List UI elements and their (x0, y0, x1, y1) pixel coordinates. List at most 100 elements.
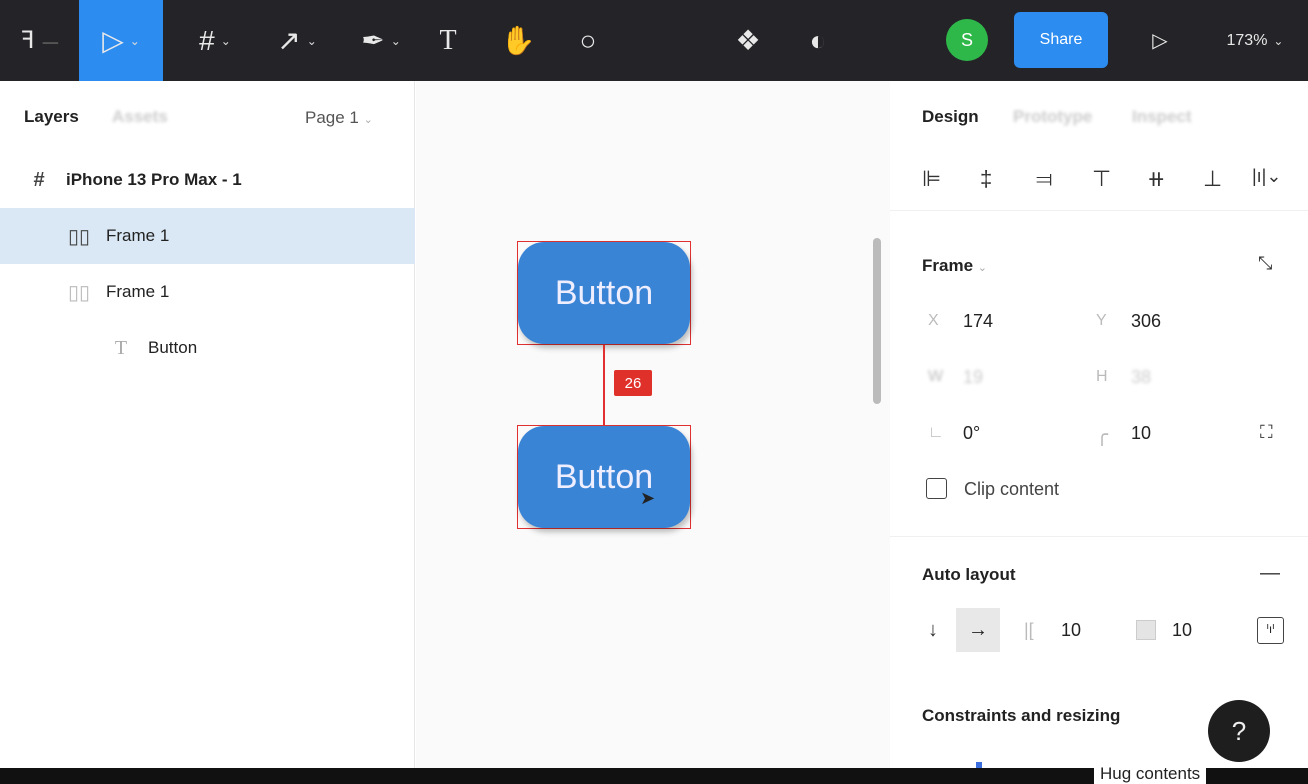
chevron-down-icon: ⌄ (306, 33, 317, 48)
direction-vertical-icon[interactable]: ↓ (928, 619, 938, 642)
resize-to-fit-icon[interactable]: ⤡ (1258, 253, 1272, 274)
components-button[interactable]: ❖ (726, 0, 770, 81)
frame-tool-button[interactable]: # ⌄ (180, 0, 250, 81)
theme-button[interactable]: ◐ (796, 0, 840, 81)
zoom-level: 173% (1226, 31, 1268, 49)
share-button[interactable]: Share (1014, 12, 1108, 68)
divider (890, 536, 1308, 537)
pen-icon: ✒ (361, 25, 385, 56)
button-label: Button (518, 242, 690, 344)
autolayout-icon: ▯▯ (67, 281, 90, 304)
tab-assets[interactable]: Assets (112, 107, 168, 127)
layer-name: Frame 1 (106, 282, 170, 301)
tab-layers[interactable]: Layers (24, 107, 79, 127)
constraints-heading: Constraints and resizing (922, 706, 1121, 725)
y-label: Y (1096, 312, 1107, 329)
comment-icon: ○ (579, 24, 597, 56)
divider (890, 210, 1308, 211)
components-icon: ❖ (735, 25, 761, 56)
padding-input[interactable]: 10 (1172, 620, 1192, 641)
align-bottom-icon[interactable]: ⊥ (1203, 166, 1222, 192)
align-right-icon[interactable]: ⫤ (1036, 166, 1053, 192)
contrast-icon: ◐ (809, 24, 827, 56)
rotation-icon: ∟ (928, 424, 944, 441)
spacing-badge: 26 (614, 370, 652, 396)
toolbar: ꟻ – ▷ ⌄ # ⌄ ↗ ⌄ ✒ ⌄ T ✋ ○ ❖ ◐ S Share ▷ 173% ⌄ (0, 0, 1308, 81)
canvas-button-frame[interactable]: Button (517, 425, 691, 529)
chevron-down-icon: ⌄ (220, 33, 231, 48)
arrow-icon: ↗ (277, 25, 301, 56)
text-tool-button[interactable]: T (426, 0, 470, 81)
chevron-down-icon: ⌄ (1273, 33, 1284, 48)
corner-radius-icon: ╭ (1096, 424, 1109, 446)
independent-corners-icon[interactable]: ⛶ (1260, 422, 1273, 443)
remove-auto-layout-icon[interactable]: — (1260, 562, 1280, 585)
hand-tool-button[interactable]: ✋ (496, 0, 540, 81)
chevron-down-icon: ⌄ (390, 33, 401, 48)
arrow-right-icon: → (968, 618, 988, 641)
padding-icon (1136, 620, 1156, 640)
align-left-icon[interactable]: ⊫ (922, 166, 941, 192)
chevron-down-icon: ⌄ (363, 114, 373, 126)
main-menu-button[interactable]: ꟻ – (0, 0, 79, 81)
zoom-dropdown[interactable]: 173% ⌄ (1215, 0, 1295, 81)
x-input[interactable]: 174 (963, 311, 993, 332)
clip-content-label: Clip content (964, 479, 1060, 499)
pen-tool-button[interactable]: ✒ ⌄ (346, 0, 416, 81)
autolayout-icon: ▯▯ (67, 225, 90, 248)
present-button[interactable]: ▷ (1140, 0, 1180, 81)
comment-tool-button[interactable]: ○ (566, 0, 610, 81)
chevron-down-icon: ⌄ (129, 33, 140, 48)
tab-prototype[interactable]: Prototype (1013, 107, 1092, 127)
text-icon: T (114, 336, 128, 359)
canvas-button-frame[interactable]: Button (517, 241, 691, 345)
alignment-box[interactable]: ᑊıᑊ (1257, 617, 1284, 644)
page-label: Page 1 (305, 108, 359, 127)
clip-content-checkbox[interactable] (926, 478, 947, 499)
text-icon: T (439, 24, 457, 56)
x-label: X (928, 312, 939, 329)
y-input[interactable]: 306 (1131, 311, 1161, 332)
rotation-input[interactable]: 0° (963, 423, 980, 444)
align-center-v-icon[interactable]: ⧺ (1147, 166, 1165, 192)
direction-horizontal-button[interactable]: → (956, 608, 1000, 652)
line-tool-button[interactable]: ↗ ⌄ (262, 0, 332, 81)
button-label: Button (518, 426, 690, 528)
page-dropdown[interactable]: Page 1 ⌄ (305, 108, 373, 128)
layer-name: iPhone 13 Pro Max - 1 (66, 170, 242, 189)
figma-logo-icon: ꟻ (20, 27, 35, 54)
canvas-scrollbar[interactable] (873, 238, 881, 404)
spacing-input[interactable]: 10 (1061, 620, 1081, 641)
layer-name: Frame 1 (106, 226, 170, 245)
hand-icon: ✋ (500, 25, 536, 56)
layer-name: Button (148, 338, 198, 357)
h-label: H (1096, 368, 1108, 385)
tab-design[interactable]: Design (922, 107, 979, 127)
spacing-icon: |[ (1024, 620, 1034, 640)
layer-item[interactable]: ▯▯ Frame 1 (0, 264, 415, 320)
h-input[interactable]: 38 (1131, 367, 1151, 388)
w-label: W (928, 368, 944, 385)
layer-item[interactable]: # iPhone 13 Pro Max - 1 (0, 152, 415, 208)
frame-icon: # (33, 168, 45, 191)
move-tool-button[interactable]: ▷ ⌄ (79, 0, 163, 81)
distribute-icon[interactable]: |ı|⌄ (1252, 166, 1281, 187)
radius-input[interactable]: 10 (1131, 423, 1151, 444)
align-center-h-icon[interactable]: ‡ (980, 166, 992, 192)
frame-dropdown[interactable]: Frame ⌄ (922, 256, 987, 276)
tab-inspect[interactable]: Inspect (1132, 107, 1192, 127)
chevron-down-icon: ⌄ (977, 262, 987, 274)
w-input[interactable]: 19 (963, 367, 983, 388)
spacing-measure-line (603, 345, 605, 425)
help-button[interactable]: ? (1208, 700, 1270, 762)
cursor-icon: ▷ (102, 25, 124, 56)
avatar[interactable]: S (946, 19, 988, 61)
hug-contents-dropdown[interactable]: Hug contents (1094, 764, 1207, 784)
mouse-cursor-icon: ➤ (640, 488, 656, 508)
align-top-icon[interactable]: ⊤ (1092, 166, 1111, 192)
layer-item-selected[interactable]: ▯▯ Frame 1 (0, 208, 415, 264)
auto-layout-heading: Auto layout (922, 565, 1016, 584)
play-icon: ▷ (1152, 30, 1168, 52)
layer-item[interactable]: T Button (0, 320, 415, 376)
frame-icon: # (199, 24, 215, 56)
